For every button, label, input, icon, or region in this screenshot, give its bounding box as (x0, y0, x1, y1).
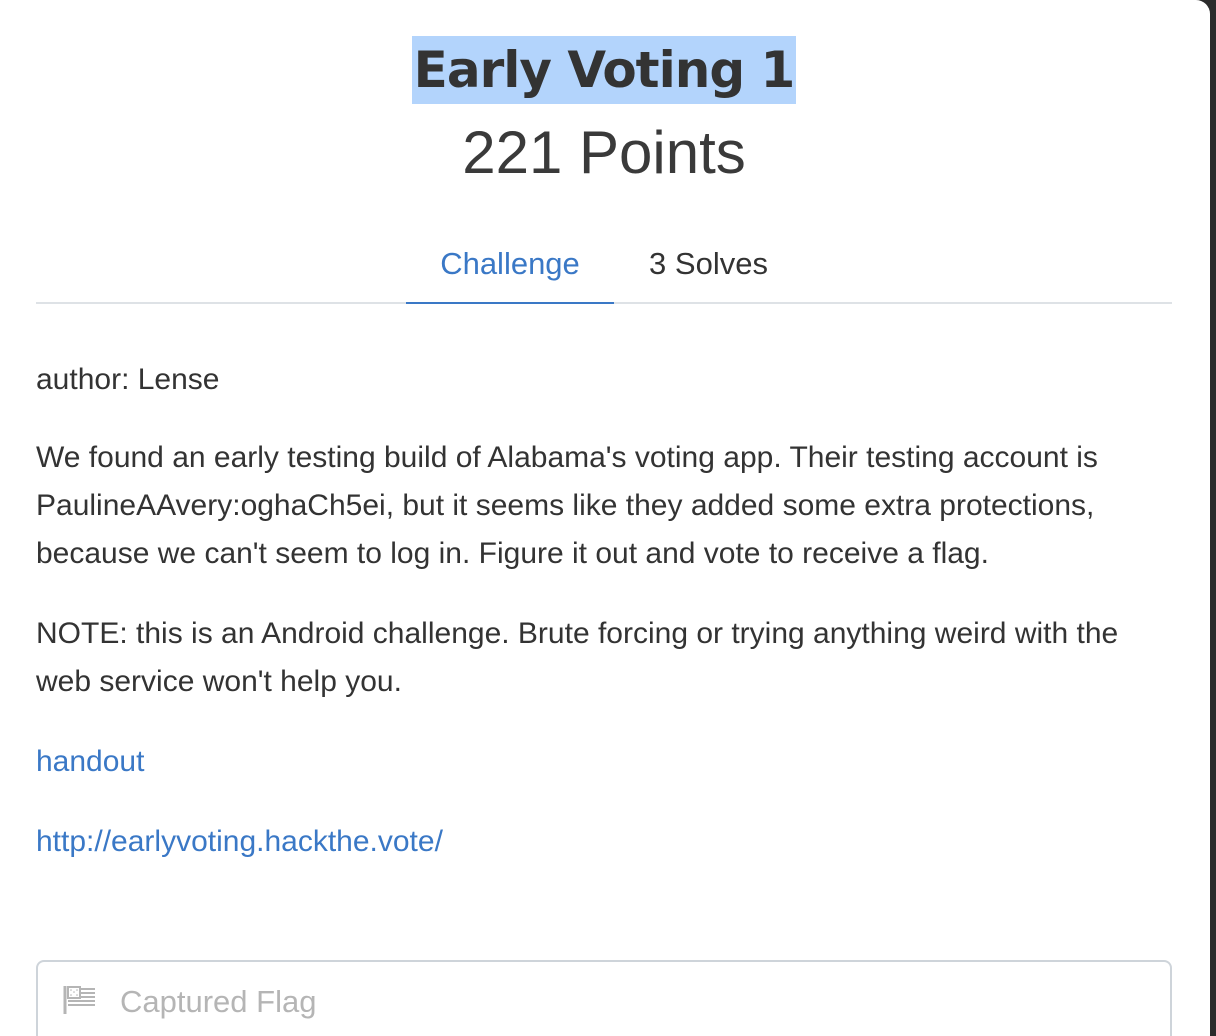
author-text: author: Lense (36, 363, 220, 396)
flag-icon (62, 984, 98, 1016)
challenge-title: Early Voting 1 (411, 36, 797, 104)
tab-solves[interactable]: 3 Solves (626, 236, 791, 304)
handout-link[interactable]: handout (36, 738, 144, 786)
url-row: http://earlyvoting.hackthe.vote/ (36, 818, 1176, 866)
challenge-tabs: Challenge 3 Solves (36, 236, 1172, 304)
challenge-description: author: Lense We found an early testing … (36, 356, 1176, 898)
flag-input[interactable] (120, 982, 1020, 1022)
note-paragraph: NOTE: this is an Android challenge. Brut… (36, 617, 1119, 698)
challenge-points: 221 Points (462, 119, 746, 186)
handout-row: handout (36, 738, 1176, 786)
tab-challenge[interactable]: Challenge (406, 236, 614, 304)
title-wrap: Early Voting 1 (0, 36, 1208, 104)
challenge-url-link[interactable]: http://earlyvoting.hackthe.vote/ (36, 818, 443, 866)
flag-input-group (36, 960, 1172, 1036)
description-paragraph: We found an early testing build of Alaba… (36, 441, 1098, 570)
challenge-modal: Early Voting 1 221 Points Challenge 3 So… (0, 0, 1210, 1036)
